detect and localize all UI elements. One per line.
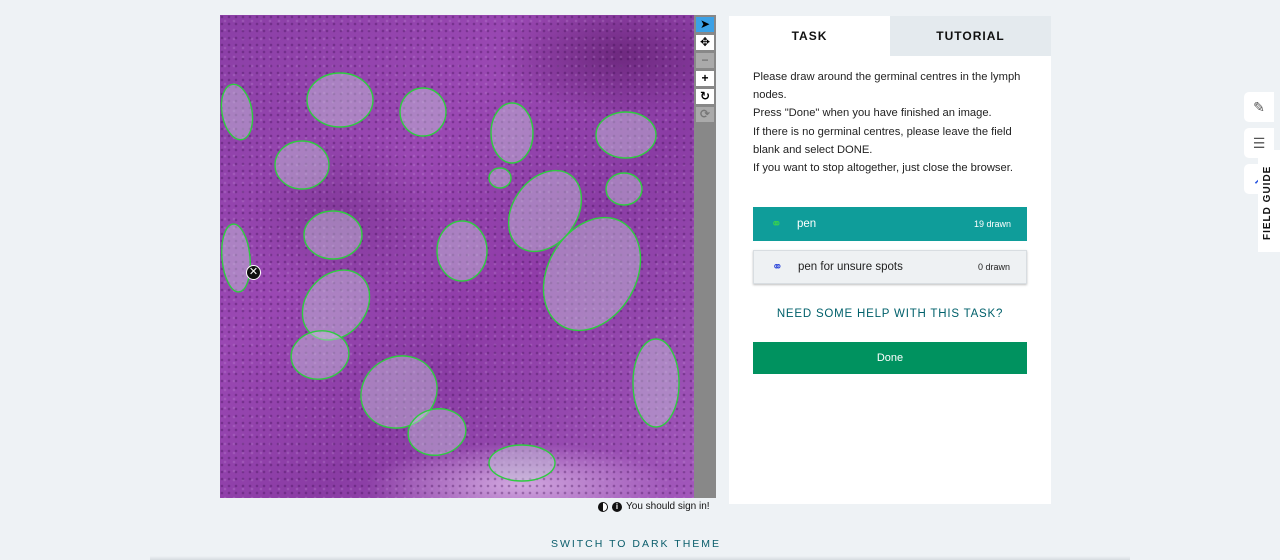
germinal-centre-outline[interactable]	[490, 102, 534, 164]
magic-wand-icon[interactable]: ✎	[1244, 92, 1274, 122]
task-tabs: TASK TUTORIAL	[729, 16, 1051, 56]
help-link[interactable]: NEED SOME HELP WITH THIS TASK?	[753, 308, 1027, 320]
tab-tutorial[interactable]: TUTORIAL	[890, 16, 1051, 56]
subject-image-viewer[interactable]: ✕	[220, 15, 694, 498]
signin-text: You should sign in!	[626, 501, 710, 512]
tool-pen[interactable]: ⚭ pen 19 drawn	[753, 207, 1027, 241]
image-toolbar: ➤ ✥ − + ↻ ⟳	[694, 15, 716, 498]
info-icon[interactable]: i	[612, 501, 622, 512]
germinal-centre-outline[interactable]	[488, 444, 556, 482]
dark-theme-toggle[interactable]: SWITCH TO DARK THEME	[0, 538, 1272, 550]
tool-count: 0 drawn	[977, 262, 1010, 272]
invert-colors-icon[interactable]	[598, 501, 608, 512]
germinal-centre-outline[interactable]	[306, 72, 374, 128]
task-instructions: Please draw around the germinal centres …	[753, 68, 1033, 177]
signin-notice: i You should sign in!	[598, 501, 710, 512]
move-icon[interactable]: ✥	[696, 35, 714, 50]
germinal-centre-outline[interactable]	[274, 140, 330, 190]
germinal-centre-outline[interactable]	[436, 220, 488, 282]
germinal-centre-outline[interactable]	[595, 111, 657, 159]
germinal-centre-outline[interactable]	[303, 210, 363, 260]
field-guide-tab[interactable]: FIELD GUIDE	[1258, 150, 1280, 252]
pen-unsure-tool-icon: ⚭	[772, 259, 783, 274]
rotate-icon[interactable]: ↻	[696, 89, 714, 104]
reset-icon[interactable]: ⟳	[696, 107, 714, 122]
instruction-line: Press "Done" when you have finished an i…	[753, 107, 992, 120]
tool-count: 19 drawn	[973, 219, 1011, 229]
field-guide-label: FIELD GUIDE	[1262, 165, 1273, 240]
instruction-line: If you want to stop altogether, just clo…	[753, 162, 1013, 175]
tab-task[interactable]: TASK	[729, 16, 890, 56]
germinal-centre-outline[interactable]	[488, 167, 512, 189]
delete-mark-icon[interactable]: ✕	[246, 265, 261, 280]
instruction-line: If there is no germinal centres, please …	[753, 125, 1012, 156]
task-panel: TASK TUTORIAL Please draw around the ger…	[729, 16, 1051, 504]
germinal-centre-outline[interactable]	[632, 338, 680, 428]
pen-tool-icon: ⚭	[771, 216, 782, 231]
footer-edge	[150, 556, 1130, 560]
germinal-centre-outline[interactable]	[220, 82, 257, 142]
tool-pen-unsure[interactable]: ⚭ pen for unsure spots 0 drawn	[753, 250, 1027, 284]
germinal-centre-outline[interactable]	[220, 223, 253, 293]
germinal-centre-outline[interactable]	[399, 87, 447, 137]
pointer-icon[interactable]: ➤	[696, 17, 714, 32]
zoom-in-icon[interactable]: +	[696, 71, 714, 86]
marking-layer[interactable]	[220, 15, 694, 498]
instruction-line: Please draw around the germinal centres …	[753, 71, 1021, 102]
tool-label: pen	[797, 218, 817, 230]
done-button[interactable]: Done	[753, 342, 1027, 374]
germinal-centre-outline[interactable]	[605, 172, 643, 206]
tool-label: pen for unsure spots	[798, 261, 903, 273]
zoom-out-icon[interactable]: −	[696, 53, 714, 68]
